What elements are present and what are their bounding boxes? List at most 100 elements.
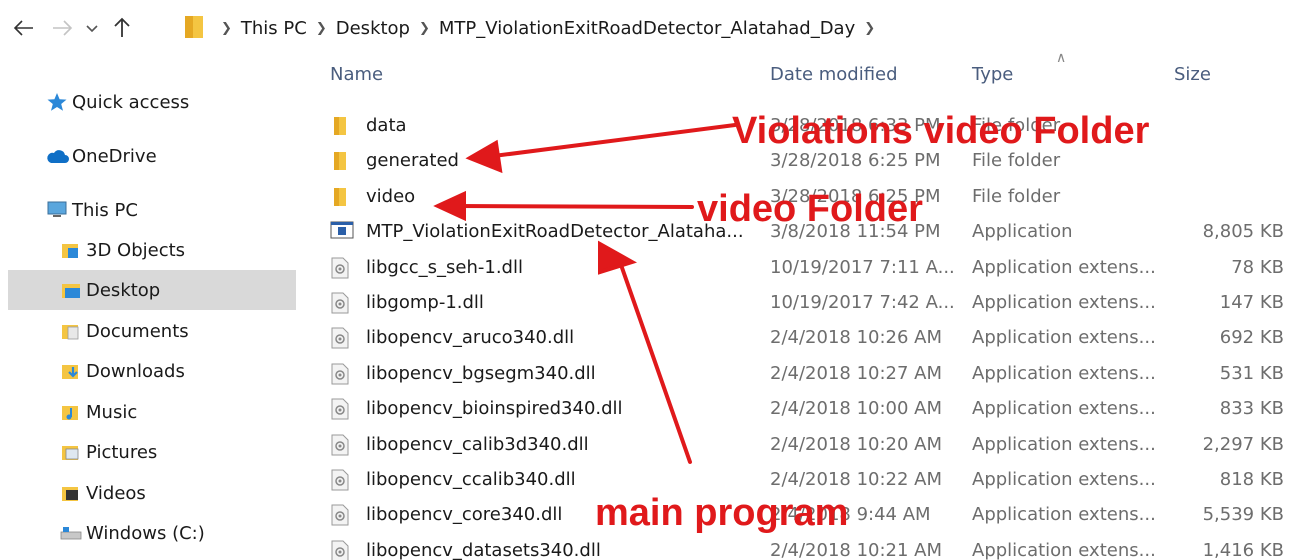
file-size: 5,539 KB	[1202, 504, 1284, 526]
sidebar-item-music[interactable]: Music	[58, 392, 137, 432]
sidebar-item-label: Documents	[86, 320, 189, 342]
file-size: 2,297 KB	[1202, 433, 1284, 455]
documents-folder-icon	[58, 320, 84, 342]
folder-icon	[330, 150, 354, 172]
sidebar-item-label: Videos	[86, 482, 146, 504]
arrow-up-icon	[114, 17, 130, 37]
file-type: Application extens...	[972, 292, 1156, 313]
file-name: libgcc_s_seh-1.dll	[366, 256, 523, 278]
file-type: Application extens...	[972, 504, 1156, 526]
star-icon	[44, 91, 70, 113]
file-type: Application extens...	[972, 469, 1156, 490]
file-name: libopencv_bgsegm340.dll	[366, 362, 596, 384]
sidebar-item-videos[interactable]: Videos	[58, 473, 146, 513]
address-bar: ❯ This PC ❯ Desktop ❯ MTP_ViolationExitR…	[0, 0, 1314, 52]
music-folder-icon	[58, 401, 84, 423]
chevron-right-icon[interactable]: ❯	[316, 21, 327, 36]
chevron-right-icon[interactable]: ❯	[221, 21, 232, 36]
file-date-modified: 2/4/2018 10:21 AM	[770, 539, 943, 560]
file-row[interactable]: libgcc_s_seh-1.dll 10/19/2017 7:11 A... Ap…	[296, 250, 1314, 285]
file-name: generated	[366, 150, 459, 172]
forward-button[interactable]	[44, 14, 80, 42]
sidebar-item-label: Downloads	[86, 360, 185, 382]
file-size: 818 KB	[1219, 469, 1284, 490]
dll-icon	[330, 292, 354, 314]
file-date-modified: 10/19/2017 7:42 A...	[770, 292, 955, 313]
up-button[interactable]	[104, 14, 140, 42]
file-row[interactable]: libopencv_bgsegm340.dll 2/4/2018 10:27 AM…	[296, 356, 1314, 391]
sidebar-item-label: Pictures	[86, 441, 158, 463]
recent-locations-button[interactable]	[80, 14, 104, 42]
file-row[interactable]: libgomp-1.dll 10/19/2017 7:42 A... Applica…	[296, 285, 1314, 320]
sidebar-item-windows-c[interactable]: Windows (C:)	[58, 513, 205, 553]
sidebar-item-label: Music	[86, 401, 138, 423]
chevron-down-icon	[86, 25, 98, 33]
annotation-main-program-label: main program	[595, 492, 849, 534]
drive-icon	[58, 522, 84, 544]
sidebar-item-label: Quick access	[72, 91, 190, 113]
annotation-video-label: video Folder	[697, 188, 923, 230]
sidebar-item-downloads[interactable]: Downloads	[58, 351, 185, 391]
arrow-right-icon	[53, 20, 73, 36]
file-size: 692 KB	[1219, 327, 1284, 349]
file-explorer-window: ❯ This PC ❯ Desktop ❯ MTP_ViolationExitR…	[0, 0, 1314, 560]
file-type: Application	[972, 221, 1073, 243]
cube-folder-icon	[58, 239, 84, 261]
sidebar-item-quick-access[interactable]: Quick access	[44, 82, 189, 122]
file-row[interactable]: libopencv_bioinspired340.dll 2/4/2018 10:…	[296, 391, 1314, 426]
sidebar-item-documents[interactable]: Documents	[58, 311, 189, 351]
videos-folder-icon	[58, 482, 84, 504]
file-row[interactable]: libopencv_aruco340.dll 2/4/2018 10:26 AM A…	[296, 320, 1314, 355]
file-date-modified: 2/4/2018 10:26 AM	[770, 327, 943, 349]
column-header-date-modified[interactable]: Date modified	[770, 64, 898, 90]
column-header-type[interactable]: Type	[972, 64, 1013, 90]
sidebar-item-this-pc[interactable]: This PC	[44, 190, 138, 230]
folder-icon	[330, 115, 354, 137]
sidebar-item-pictures[interactable]: Pictures	[58, 432, 157, 472]
sidebar-item-label: This PC	[72, 199, 138, 221]
navigation-pane: Quick access OneDrive This PC 3D Objects…	[0, 52, 296, 560]
file-size	[1176, 143, 1284, 178]
file-size	[1176, 179, 1284, 214]
dll-icon	[330, 434, 354, 456]
file-type: Application extens...	[972, 256, 1156, 278]
folder-icon	[330, 186, 354, 208]
file-size: 531 KB	[1219, 362, 1284, 384]
chevron-right-icon[interactable]: ❯	[419, 21, 430, 36]
breadcrumb-current-folder[interactable]: MTP_ViolationExitRoadDetector_Alatahad_D…	[439, 18, 855, 39]
column-header-name[interactable]: Name	[330, 64, 383, 90]
file-type: File folder	[972, 185, 1061, 207]
file-type: Application extens...	[972, 398, 1156, 420]
back-button[interactable]	[6, 14, 42, 42]
breadcrumb-this-pc[interactable]: This PC	[241, 18, 307, 39]
application-icon	[330, 221, 354, 243]
file-type: Application extens...	[972, 539, 1156, 560]
file-name: libopencv_calib3d340.dll	[366, 433, 589, 455]
desktop-folder-icon	[58, 279, 84, 301]
sidebar-item-label: Windows (C:)	[86, 522, 205, 544]
chevron-right-icon[interactable]: ❯	[864, 21, 875, 36]
sidebar-item-onedrive[interactable]: OneDrive	[44, 136, 157, 176]
pictures-folder-icon	[58, 441, 84, 463]
column-header-size[interactable]: Size	[1174, 64, 1211, 90]
sidebar-item-3d-objects[interactable]: 3D Objects	[58, 230, 185, 270]
file-size: 147 KB	[1219, 292, 1284, 313]
file-row[interactable]: libopencv_datasets340.dll 2/4/2018 10:21 …	[296, 533, 1314, 560]
file-date-modified: 2/4/2018 10:00 AM	[770, 398, 943, 420]
dll-icon	[330, 257, 354, 279]
annotation-violations-label: Violations video Folder	[732, 110, 1150, 152]
sidebar-item-desktop[interactable]: Desktop	[8, 270, 296, 310]
sidebar-item-label: 3D Objects	[86, 239, 186, 261]
breadcrumb-desktop[interactable]: Desktop	[336, 18, 410, 39]
file-name: libopencv_aruco340.dll	[366, 327, 575, 349]
file-row[interactable]: libopencv_calib3d340.dll 2/4/2018 10:20 A…	[296, 427, 1314, 462]
dll-icon	[330, 540, 354, 560]
file-type: Application extens...	[972, 433, 1156, 455]
file-type: Application extens...	[972, 327, 1156, 349]
file-type: Application extens...	[972, 362, 1156, 384]
dll-icon	[330, 327, 354, 349]
cloud-icon	[44, 145, 70, 167]
dll-icon	[330, 504, 354, 526]
file-size: 78 KB	[1231, 256, 1284, 278]
sort-ascending-icon: ∧	[1056, 50, 1067, 66]
